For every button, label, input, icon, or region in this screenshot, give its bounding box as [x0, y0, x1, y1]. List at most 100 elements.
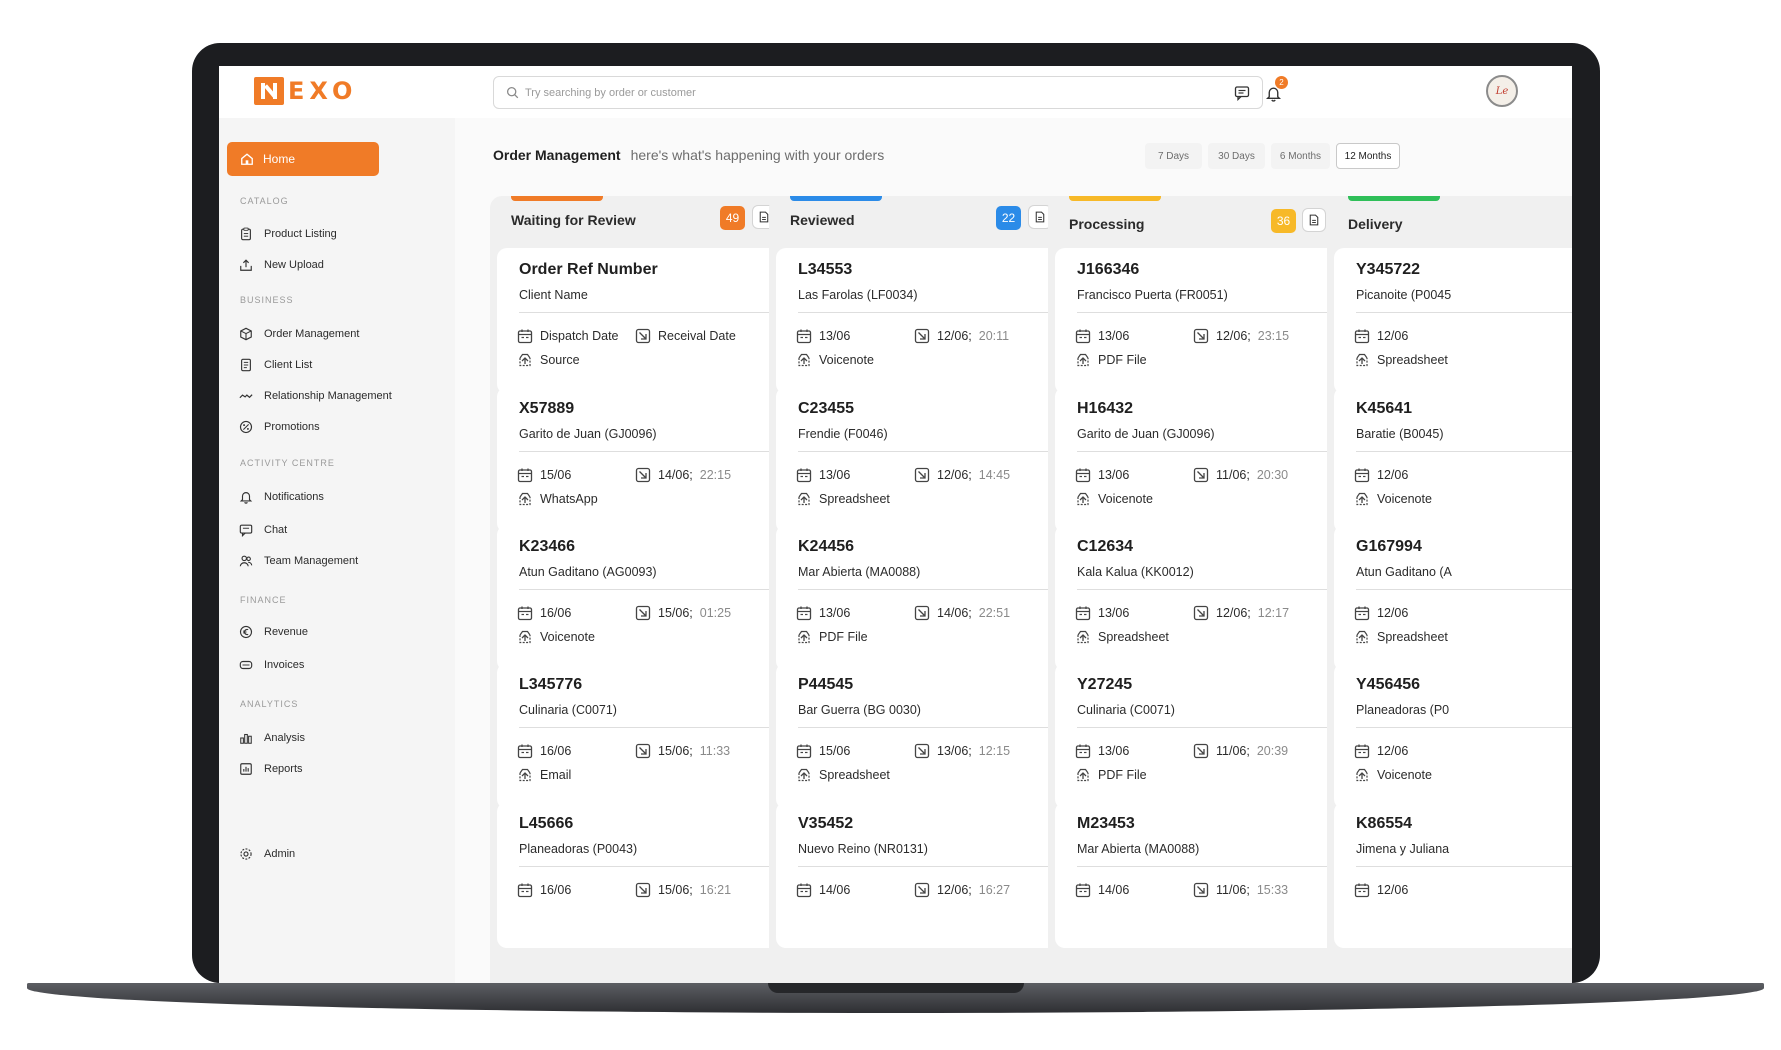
order-source: Email — [517, 767, 571, 783]
order-source-value: Voicenote — [819, 353, 874, 367]
order-card[interactable]: M23453 Mar Abierta (MA0088) 14/06 11/06; 15:… — [1055, 802, 1348, 948]
range-30-days[interactable]: 30 Days — [1208, 143, 1265, 169]
receival-time-value: 20:11 — [978, 329, 1010, 343]
source-icon — [1356, 768, 1368, 782]
order-card[interactable]: Order Ref Number Client Name Dispatch Date… — [497, 248, 790, 394]
order-card[interactable]: L345776 Culinaria (C0071) 16/06 15/06; 11:33… — [497, 663, 790, 809]
client-name: Culinaria (C0071) — [1077, 703, 1175, 717]
source-icon — [798, 768, 810, 782]
sidebar-item-product-listing[interactable]: Product Listing — [239, 225, 337, 243]
calendar-icon — [1075, 468, 1091, 483]
notifications-button[interactable]: 2 — [1262, 76, 1288, 104]
sidebar-item-label: New Upload — [264, 259, 324, 271]
sidebar-item-chat[interactable]: Chat — [239, 521, 287, 539]
order-source: Spreadsheet — [796, 767, 890, 783]
sidebar-item-order-management[interactable]: Order Management — [239, 325, 359, 343]
page-subtitle: here's what's happening with your orders — [630, 147, 885, 163]
sidebar-item-relationship-management[interactable]: Relationship Management — [239, 387, 392, 405]
dispatch-date: 13/06 — [796, 467, 850, 483]
order-source-value: Voicenote — [540, 630, 595, 644]
sidebar-item-revenue[interactable]: Revenue — [239, 623, 308, 641]
sidebar-item-notifications[interactable]: Notifications — [239, 488, 324, 506]
sidebar-item-invoices[interactable]: Invoices — [239, 656, 304, 674]
sidebar-item-client-list[interactable]: Client List — [239, 356, 312, 374]
order-card[interactable]: J166346 Francisco Puerta (FR0051) 13/06 12/… — [1055, 248, 1348, 394]
order-ref: H16432 — [1077, 400, 1134, 417]
sidebar-item-new-upload[interactable]: New Upload — [239, 256, 324, 274]
sidebar: Home CATALOG Product Listing New Upload … — [219, 118, 455, 983]
dispatch-date-value: 12/06 — [1377, 883, 1409, 897]
order-card[interactable]: K24456 Mar Abierta (MA0088) 13/06 14/06; 22:… — [776, 525, 1069, 671]
order-card[interactable]: Y345722 Picanoite (P0045 12/06 Spreadsheet — [1334, 248, 1572, 394]
logo[interactable]: EXO — [254, 76, 357, 106]
dispatch-date: 14/06 — [796, 882, 850, 898]
dispatch-date: Dispatch Date — [517, 328, 619, 344]
order-card[interactable]: Y27245 Culinaria (C0071) 13/06 11/06; 20:39 P… — [1055, 663, 1348, 809]
order-source-value: Spreadsheet — [1377, 353, 1448, 367]
export-file-icon — [1035, 211, 1045, 223]
search-input[interactable] — [525, 86, 1225, 99]
order-ref: Order Ref Number — [519, 261, 658, 278]
range-7-days[interactable]: 7 Days — [1145, 143, 1202, 169]
sidebar-item-reports[interactable]: Reports — [239, 760, 303, 778]
order-card[interactable]: G167994 Atun Gaditano (A 12/06 Spreadsheet — [1334, 525, 1572, 671]
card-divider — [798, 866, 1051, 867]
messages-button[interactable] — [1231, 82, 1253, 104]
dispatch-date-value: 12/06 — [1377, 606, 1409, 620]
order-source-value: Spreadsheet — [819, 492, 890, 506]
sidebar-item-label: Analysis — [264, 732, 305, 744]
order-ref: M23453 — [1077, 815, 1135, 832]
order-card[interactable]: V35452 Nuevo Reino (NR0131) 14/06 12/06; 16:… — [776, 802, 1069, 948]
client-name: Kala Kalua (KK0012) — [1077, 565, 1194, 579]
order-card[interactable]: X57889 Garito de Juan (GJ0096) 15/06 14/06;… — [497, 387, 790, 533]
sidebar-item-promotions[interactable]: Promotions — [239, 418, 320, 436]
order-card[interactable]: C12634 Kala Kalua (KK0012) 13/06 12/06; 12:1… — [1055, 525, 1348, 671]
receival-date: 15/06; 11:33 — [635, 743, 730, 759]
client-name: Picanoite (P0045 — [1356, 288, 1452, 302]
sidebar-item-team-management[interactable]: Team Management — [239, 552, 358, 570]
sidebar-item-analysis[interactable]: Analysis — [239, 729, 305, 747]
order-ref: C23455 — [798, 400, 855, 417]
order-card[interactable]: L34553 Las Farolas (LF0034) 13/06 12/06; 20:… — [776, 248, 1069, 394]
column-2: Processing 36 J166346 Francisco Puerta (FR0… — [1048, 196, 1357, 983]
dispatch-date: 15/06 — [796, 743, 850, 759]
source-icon — [798, 353, 810, 367]
client-name: Mar Abierta (MA0088) — [798, 565, 921, 579]
order-card[interactable]: K23466 Atun Gaditano (AG0093) 16/06 15/06; 0… — [497, 525, 790, 671]
order-card[interactable]: L45666 Planeadoras (P0043) 16/06 15/06; 16:2… — [497, 802, 790, 948]
range-12-months[interactable]: 12 Months — [1336, 143, 1400, 169]
source-icon — [1077, 768, 1089, 782]
home-label: Home — [263, 152, 296, 166]
receival-date: 15/06; 01:25 — [635, 605, 731, 621]
home-button[interactable]: Home — [227, 142, 379, 176]
order-card[interactable]: K45641 Baratie (B0045) 12/06 Voicenote — [1334, 387, 1572, 533]
order-card[interactable]: P44545 Bar Guerra (BG 0030) 15/06 13/06; 12:… — [776, 663, 1069, 809]
receive-icon — [635, 743, 651, 759]
sidebar-item-admin[interactable]: Admin — [239, 845, 295, 863]
client-name: Culinaria (C0071) — [519, 703, 617, 717]
receival-date: 12/06; 14:45 — [914, 467, 1010, 483]
client-name: Francisco Puerta (FR0051) — [1077, 288, 1228, 302]
user-avatar[interactable]: Le — [1486, 75, 1518, 107]
receival-date-value: 12/06; — [937, 329, 972, 343]
search-icon — [506, 86, 519, 99]
dispatch-date-value: 15/06 — [540, 468, 572, 482]
order-card[interactable]: C23455 Frendie (F0046) 13/06 12/06; 14:45 Spr… — [776, 387, 1069, 533]
dispatch-date-value: 12/06 — [1377, 329, 1409, 343]
dispatch-date: 12/06 — [1354, 743, 1408, 759]
search-bar[interactable] — [493, 76, 1263, 109]
order-card[interactable]: H16432 Garito de Juan (GJ0096) 13/06 11/06;… — [1055, 387, 1348, 533]
range-6-months[interactable]: 6 Months — [1271, 143, 1330, 169]
receive-icon — [914, 743, 930, 759]
receival-date-value: 14/06; — [937, 606, 972, 620]
order-ref: C12634 — [1077, 538, 1134, 555]
client-name: Mar Abierta (MA0088) — [1077, 842, 1200, 856]
euro-icon — [239, 625, 253, 639]
order-card[interactable]: Y456456 Planeadoras (P0 12/06 Voicenote — [1334, 663, 1572, 809]
source-icon — [798, 630, 810, 644]
column-export-button[interactable] — [1302, 208, 1326, 232]
order-card[interactable]: K86554 Jimena y Juliana 12/06 — [1334, 802, 1572, 948]
column-title: Processing — [1069, 216, 1145, 232]
receival-date-value: 12/06; — [1216, 606, 1251, 620]
column-3: Delivery Y345722 Picanoite (P0045 12/06 Spre… — [1327, 196, 1572, 983]
